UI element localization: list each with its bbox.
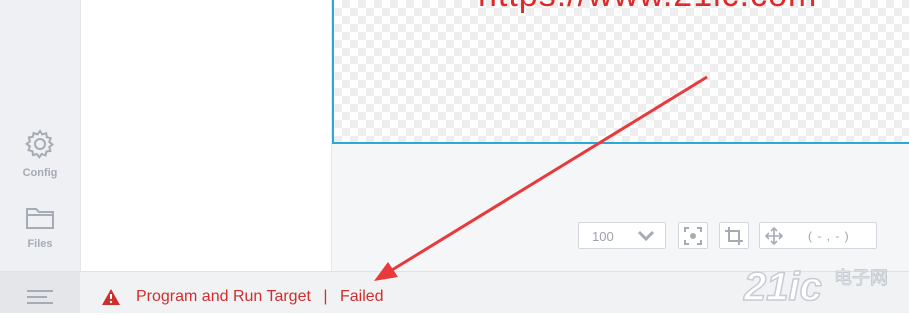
fit-to-screen-button[interactable]	[678, 222, 708, 249]
crop-button[interactable]	[719, 222, 749, 249]
svg-text:电子网: 电子网	[834, 268, 888, 289]
sidebar: Config Files	[0, 0, 81, 271]
menu-button[interactable]	[0, 272, 80, 313]
gear-icon	[24, 129, 56, 164]
sidebar-item-label: Files	[27, 238, 53, 250]
sidebar-item-label: Config	[22, 167, 58, 179]
sidebar-item-config[interactable]: Config	[0, 128, 80, 179]
left-panel	[81, 0, 331, 271]
chevron-down-icon	[637, 229, 655, 247]
crop-icon	[725, 227, 743, 250]
warning-icon	[101, 288, 121, 311]
status-result: Failed	[339, 288, 384, 305]
coordinates-display: ( - , - )	[759, 222, 877, 249]
hamburger-menu-icon	[27, 289, 53, 310]
move-icon	[764, 226, 784, 250]
status-separator: |	[323, 288, 328, 305]
watermark-logo: 21ic 电子网	[742, 262, 906, 310]
status-message: Program and Run Target | Failed	[136, 288, 384, 306]
folder-icon	[24, 208, 56, 235]
zoom-value: 100	[592, 229, 614, 244]
status-action: Program and Run Target	[136, 288, 311, 305]
zoom-select[interactable]: 100	[578, 222, 666, 249]
canvas-overlay-text: https://www.21ic.com	[478, 0, 817, 15]
display-canvas[interactable]: https://www.21ic.com	[332, 0, 909, 144]
focus-icon	[684, 227, 702, 250]
coordinates-value: ( - , - )	[808, 229, 850, 243]
sidebar-item-files[interactable]: Files	[0, 205, 80, 250]
svg-text:21ic: 21ic	[743, 265, 822, 309]
